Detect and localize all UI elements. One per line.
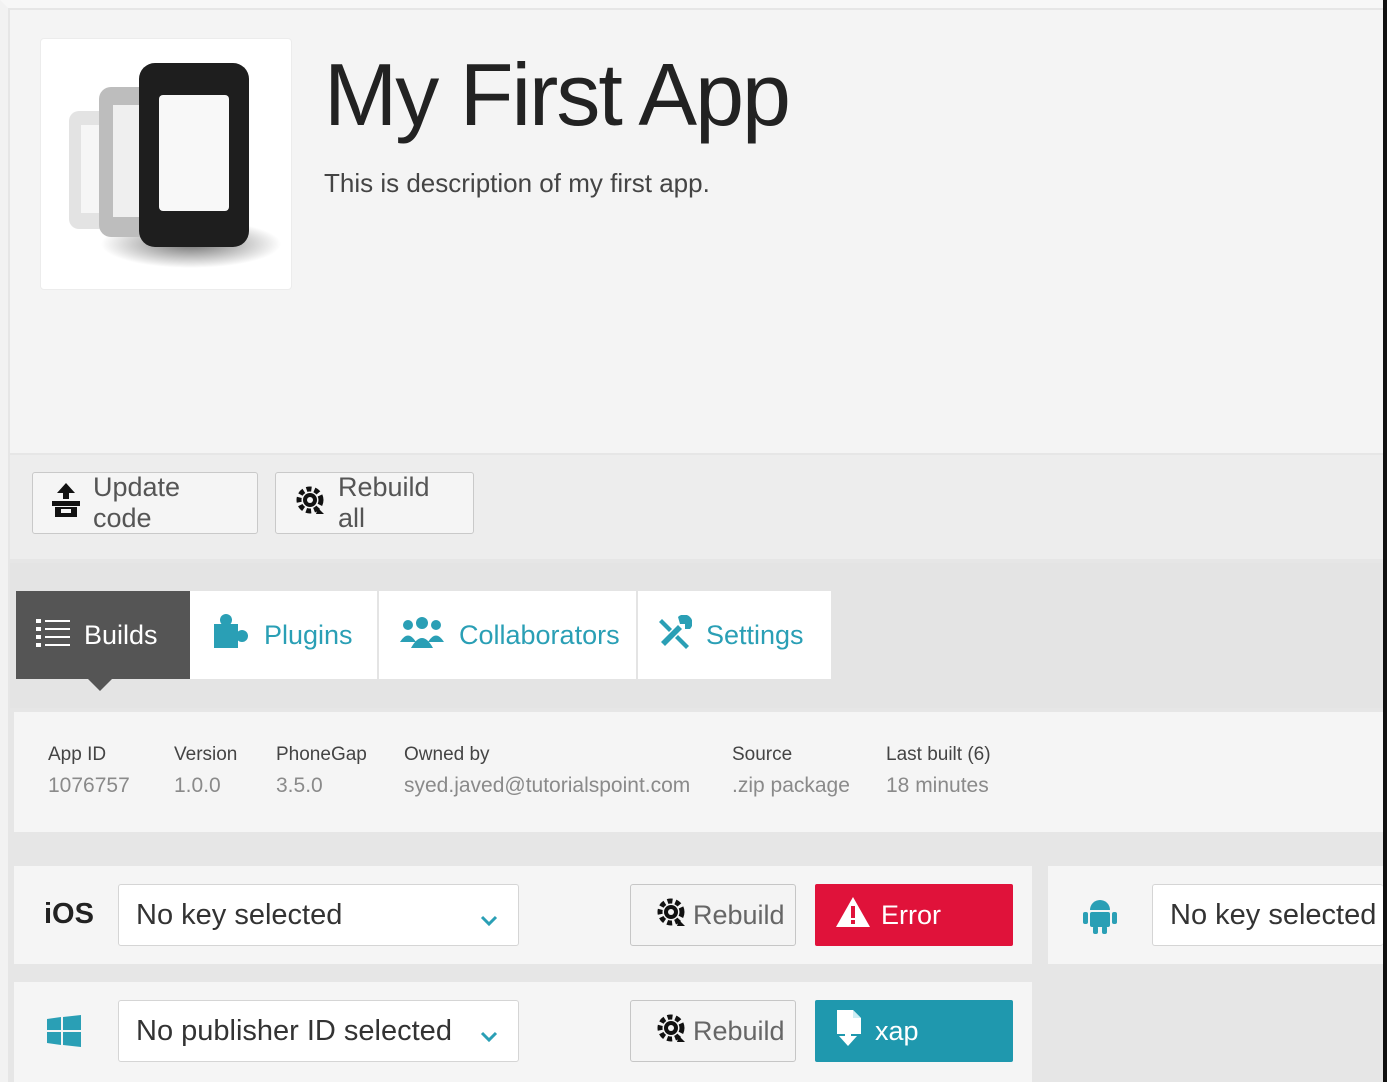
info-value: syed.javed@tutorialspoint.com: [404, 774, 691, 797]
info-label: Last built (6): [886, 744, 991, 765]
puzzle-icon: [210, 612, 250, 659]
tab-collaborators-label: Collaborators: [459, 619, 620, 650]
windows-icon: [47, 1015, 81, 1052]
info-version: Version 1.0.0: [174, 744, 237, 798]
tab-builds[interactable]: Builds: [16, 591, 190, 679]
app-description: This is description of my first app.: [324, 168, 710, 198]
ios-key-select-value: No key selected: [136, 898, 343, 931]
ios-error-label: Error: [881, 899, 941, 930]
android-key-select[interactable]: No key selected: [1152, 884, 1383, 946]
list-icon: [36, 617, 70, 654]
download-file-icon: [835, 1009, 865, 1053]
info-app-id: App ID 1076757: [48, 744, 130, 798]
info-owned-by: Owned by syed.javed@tutorialspoint.com: [404, 744, 690, 798]
info-label: Source: [732, 744, 793, 765]
info-value: 3.5.0: [276, 774, 323, 797]
info-value: .zip package: [732, 774, 850, 797]
info-value: 1.0.0: [174, 774, 221, 797]
window-edge: [1383, 0, 1387, 1082]
tab-plugins[interactable]: Plugins: [190, 591, 377, 679]
info-last-built: Last built (6) 18 minutes: [886, 744, 991, 798]
rebuild-gear-icon: [655, 1012, 687, 1051]
tab-settings[interactable]: Settings: [638, 591, 831, 679]
windows-publisher-select[interactable]: No publisher ID selected: [118, 1000, 519, 1062]
info-source: Source .zip package: [732, 744, 850, 798]
ios-key-select[interactable]: No key selected: [118, 884, 519, 946]
tab-settings-label: Settings: [706, 619, 804, 650]
info-label: Version: [174, 744, 238, 765]
info-value: 18 minutes: [886, 774, 989, 797]
tab-builds-label: Builds: [84, 619, 158, 650]
app-info-bar: App ID 1076757 Version 1.0.0 PhoneGap 3.…: [14, 712, 1383, 832]
chevron-down-icon: [480, 905, 498, 938]
people-icon: [399, 616, 445, 655]
android-key-select-value: No key selected: [1170, 898, 1377, 931]
info-label: Owned by: [404, 744, 490, 765]
ios-error-button[interactable]: Error: [815, 884, 1013, 946]
app-title: My First App: [324, 45, 791, 144]
windows-rebuild-label: Rebuild: [693, 1015, 785, 1046]
update-code-label: Update code: [93, 472, 181, 533]
rebuild-gear-icon: [655, 896, 687, 935]
active-tab-caret: [88, 679, 112, 691]
windows-publisher-select-value: No publisher ID selected: [136, 1014, 452, 1047]
upload-icon: [51, 482, 81, 524]
tab-collaborators[interactable]: Collaborators: [379, 591, 636, 679]
info-label: App ID: [48, 744, 107, 765]
info-label: PhoneGap: [276, 744, 367, 765]
info-phonegap: PhoneGap 3.5.0: [276, 744, 367, 798]
warning-icon: [835, 896, 871, 935]
tab-plugins-label: Plugins: [264, 619, 353, 650]
ios-rebuild-label: Rebuild: [693, 899, 785, 930]
windows-xap-label: xap: [875, 1015, 919, 1046]
rebuild-gear-icon: [294, 484, 326, 523]
chevron-down-icon: [480, 1021, 498, 1054]
ios-rebuild-button[interactable]: Rebuild: [630, 884, 796, 946]
android-icon: [1083, 898, 1117, 939]
ios-label: iOS: [44, 898, 94, 930]
rebuild-all-label: Rebuild all: [338, 472, 430, 533]
info-value: 1076757: [48, 774, 130, 797]
app-icon: [40, 38, 292, 290]
wrench-icon: [658, 614, 693, 656]
update-code-button[interactable]: Update code: [32, 472, 258, 534]
windows-download-xap-button[interactable]: xap: [815, 1000, 1013, 1062]
windows-rebuild-button[interactable]: Rebuild: [630, 1000, 796, 1062]
rebuild-all-button[interactable]: Rebuild all: [275, 472, 474, 534]
